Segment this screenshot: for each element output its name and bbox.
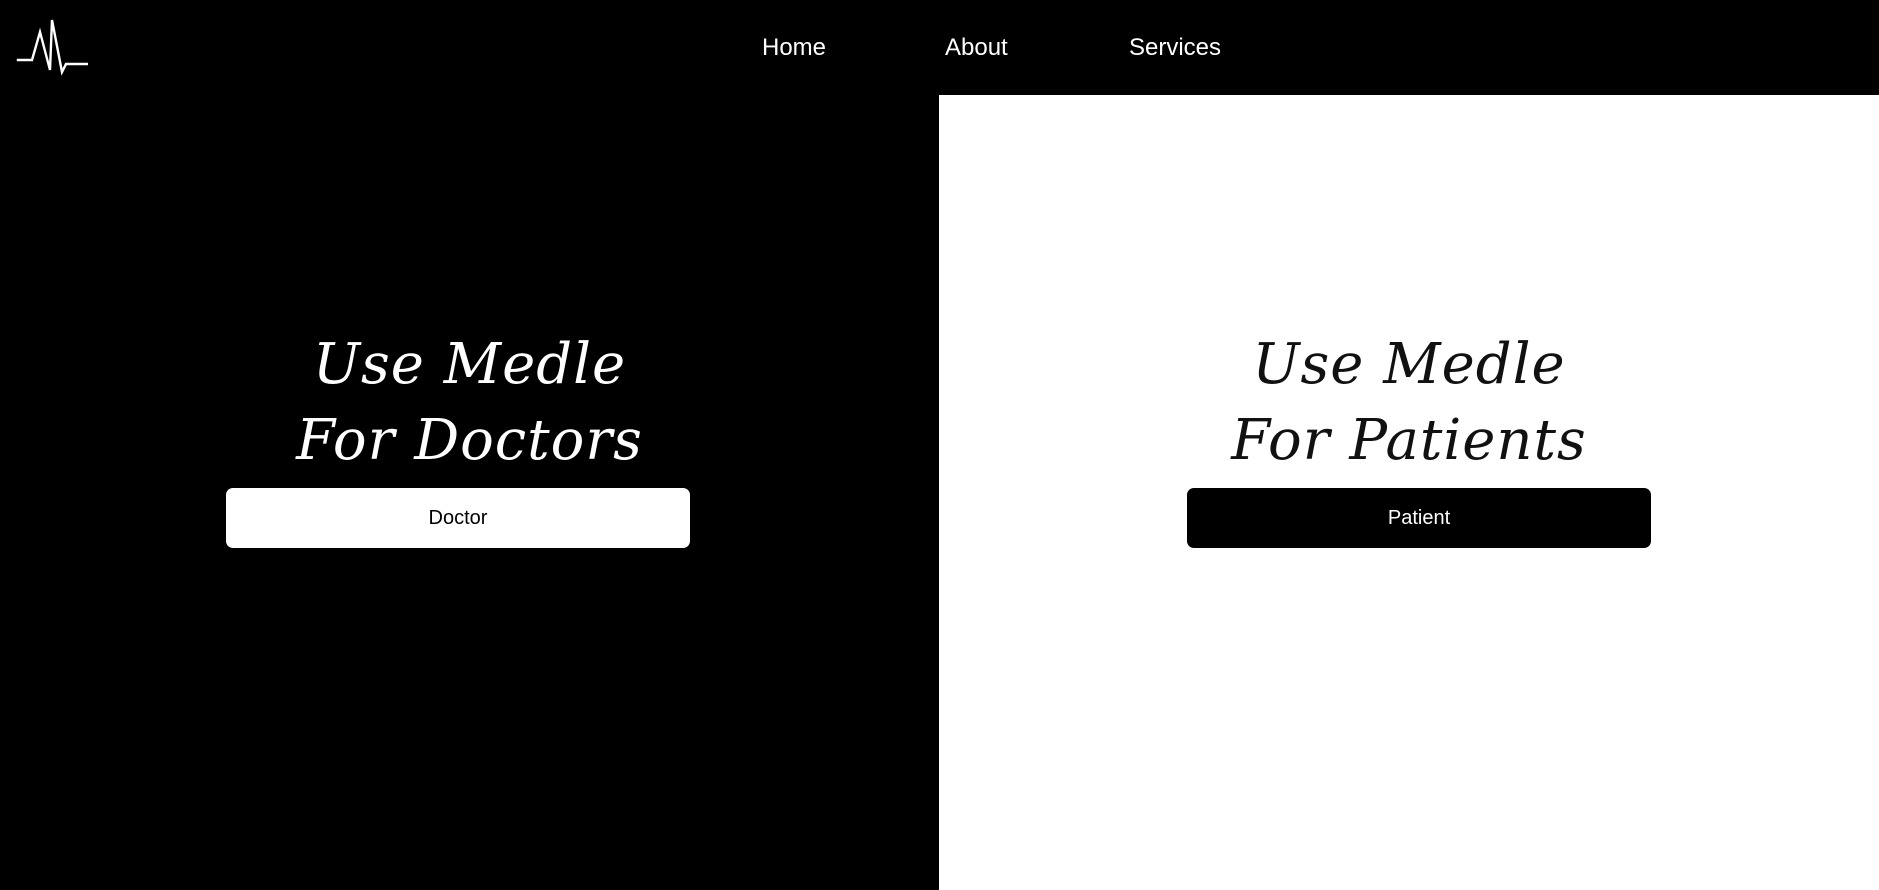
patients-tagline-line2: For Patients [1231,408,1587,473]
main-nav: Home About Services [0,30,1879,70]
doctor-button[interactable]: Doctor [226,488,690,548]
nav-home-link[interactable]: Home [762,30,826,66]
patients-tagline: Use Medle For Patients [939,327,1879,479]
top-navbar: Home About Services [0,0,1879,95]
nav-about-link[interactable]: About [945,30,1008,66]
doctors-panel: Use Medle For Doctors Doctor [0,95,939,890]
patients-tagline-line1: Use Medle [1252,332,1566,397]
doctors-tagline-line1: Use Medle [312,332,627,397]
patient-button[interactable]: Patient [1187,488,1651,548]
nav-services-link[interactable]: Services [1129,30,1221,66]
doctors-tagline: Use Medle For Doctors [0,327,939,479]
doctors-tagline-line2: For Doctors [296,408,643,473]
landing-page: Home About Services Use Medle For Doctor… [0,0,1879,890]
patients-panel: Use Medle For Patients Patient [939,95,1879,890]
